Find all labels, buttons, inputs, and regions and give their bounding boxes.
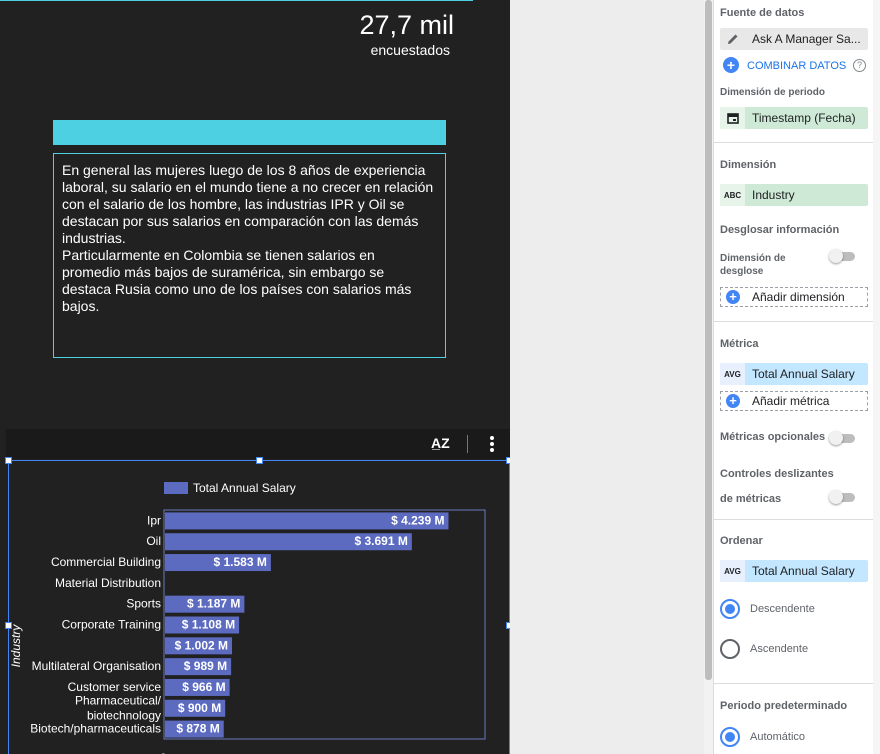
section-divider <box>714 142 874 143</box>
resize-handle-middle-right[interactable] <box>506 622 510 629</box>
calendar-icon <box>720 107 745 129</box>
blend-data-link[interactable]: COMBINAR DATOS <box>747 60 846 72</box>
data-source-name: Ask A Manager Sa... <box>752 32 861 46</box>
default-period-title: Periodo predeterminado <box>720 700 848 712</box>
add-metric-plus-icon: + <box>726 394 740 408</box>
data-source-chip[interactable]: Ask A Manager Sa... <box>720 28 868 50</box>
dimension-value: Industry <box>752 188 795 202</box>
dimension-title: Dimensión <box>720 159 777 171</box>
sort-metric-value: Total Annual Salary <box>752 564 855 578</box>
text-type-icon: ABC <box>720 184 745 206</box>
resize-handle-top-right[interactable] <box>506 457 510 464</box>
data-source-title: Fuente de datos <box>720 7 805 19</box>
add-dimension-label: Añadir dimensión <box>752 290 845 304</box>
metric-sliders-label: Controles deslizantes de métricas <box>720 468 834 505</box>
add-metric-label: Añadir métrica <box>752 394 830 408</box>
section-divider <box>714 519 874 520</box>
optional-metrics-label: Métricas opcionales <box>720 431 826 443</box>
sort-ascending-label[interactable]: Ascendente <box>750 643 808 655</box>
report-canvas[interactable]: 27,7 mil encuestados En general las muje… <box>0 0 510 754</box>
section-divider <box>714 321 874 322</box>
add-metric-button[interactable]: + Añadir métrica <box>720 391 868 411</box>
section-divider <box>714 683 874 684</box>
resize-handle-middle-left[interactable] <box>5 622 12 629</box>
more-vert-icon[interactable] <box>485 434 499 454</box>
right-edge-strip <box>873 0 880 754</box>
insights-text: En general las mujeres luego de los 8 añ… <box>62 162 434 314</box>
insights-text-box[interactable]: En general las mujeres luego de los 8 añ… <box>53 153 446 358</box>
sort-ascending-radio[interactable] <box>720 639 740 659</box>
default-period-auto-label[interactable]: Automático <box>750 731 805 743</box>
chart-toolbar: A̲Z <box>6 429 510 459</box>
chart-selection-frame[interactable] <box>5 457 510 754</box>
drilldown-title: Desglosar información <box>720 224 840 236</box>
dimension-chip[interactable]: ABC Industry <box>720 184 868 206</box>
sort-descending-radio[interactable] <box>720 599 740 619</box>
sort-title: Ordenar <box>720 535 763 547</box>
panel-scroll-thumb[interactable] <box>705 0 712 680</box>
drilldown-toggle-label: Dimensión de desglose <box>720 253 786 277</box>
optional-metrics-toggle[interactable] <box>829 431 855 445</box>
sort-metric-chip[interactable]: AVG Total Annual Salary <box>720 560 868 582</box>
default-period-auto-radio[interactable] <box>720 727 740 747</box>
properties-panel: Fuente de datos Ask A Manager Sa... + CO… <box>713 0 874 754</box>
top-divider-line <box>0 0 473 1</box>
scorecard-label: encuestados <box>370 42 450 58</box>
avg-aggregation-icon[interactable]: AVG <box>720 363 745 385</box>
add-dimension-plus-icon: + <box>726 290 740 304</box>
blend-plus-icon[interactable]: + <box>723 57 739 73</box>
metric-sliders-toggle[interactable] <box>829 490 855 504</box>
metric-chip[interactable]: AVG Total Annual Salary <box>720 363 868 385</box>
period-dimension-title: Dimensión de periodo <box>720 87 826 98</box>
metric-value: Total Annual Salary <box>752 367 855 381</box>
period-dimension-chip[interactable]: Timestamp (Fecha) <box>720 107 868 129</box>
sort-az-icon[interactable]: A̲Z <box>431 435 450 451</box>
add-dimension-button[interactable]: + Añadir dimensión <box>720 287 868 307</box>
drilldown-toggle[interactable] <box>829 249 855 263</box>
pencil-icon[interactable] <box>720 28 745 50</box>
scorecard-value[interactable]: 27,7 mil <box>359 10 454 41</box>
toolbar-divider <box>467 435 468 453</box>
metric-title: Métrica <box>720 338 759 350</box>
resize-handle-top-left[interactable] <box>5 457 12 464</box>
sort-descending-label[interactable]: Descendente <box>750 603 815 615</box>
period-dimension-value: Timestamp (Fecha) <box>752 111 856 125</box>
resize-handle-top-center[interactable] <box>256 457 263 464</box>
help-icon[interactable]: ? <box>853 59 866 72</box>
avg-aggregation-icon[interactable]: AVG <box>720 560 745 582</box>
decorative-header-bar[interactable] <box>53 120 446 145</box>
